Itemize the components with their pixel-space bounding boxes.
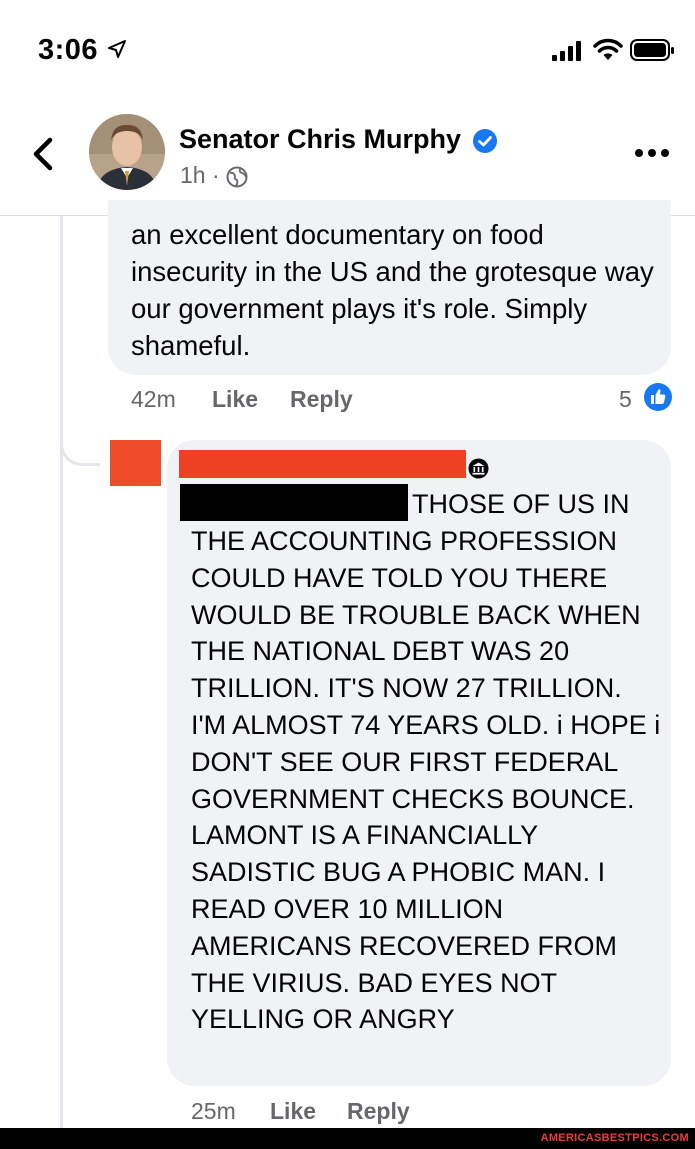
thread-line [60,216,63,1128]
battery-icon [630,39,674,61]
status-time: 3:06 [38,34,99,66]
redacted-avatar[interactable] [110,440,161,486]
cellular-signal-icon [552,41,581,61]
comment-time: 42m [131,386,176,412]
post-timestamp: 1h · [180,162,220,188]
redacted-name [179,450,466,478]
government-badge-icon [468,458,489,479]
status-bar: 3:06 [0,0,695,100]
profile-photo-icon [89,114,165,190]
comment-text: an excellent documentary on food insecur… [131,219,654,361]
back-chevron-icon[interactable] [30,136,56,172]
reply-button[interactable]: Reply [290,386,353,413]
post-header: Senator Chris Murphy 1h · [0,100,695,216]
reply-like-button[interactable]: Like [270,1098,316,1125]
reply-text-first-line: THOSE OF US IN [412,489,630,519]
redacted-text [180,484,408,521]
reply-text: THE ACCOUNTING PROFESSION COULD HAVE TOL… [191,526,661,1035]
verified-badge-icon [473,129,497,153]
reply-time: 25m [191,1098,236,1124]
watermark-bar: AMERICASBESTPICS.COM [0,1128,695,1149]
location-arrow-icon [108,40,126,58]
more-options-icon[interactable] [634,148,670,158]
wifi-icon [593,38,623,60]
reaction-count[interactable]: 5 [619,386,632,413]
reply-connector [60,430,100,466]
thumbs-up-icon[interactable] [643,382,673,412]
globe-icon [226,166,248,188]
reply-reply-button[interactable]: Reply [347,1098,410,1125]
page-name[interactable]: Senator Chris Murphy [179,124,461,155]
profile-avatar[interactable] [89,114,165,190]
watermark-text: AMERICASBESTPICS.COM [540,1132,689,1144]
like-button[interactable]: Like [212,386,258,413]
